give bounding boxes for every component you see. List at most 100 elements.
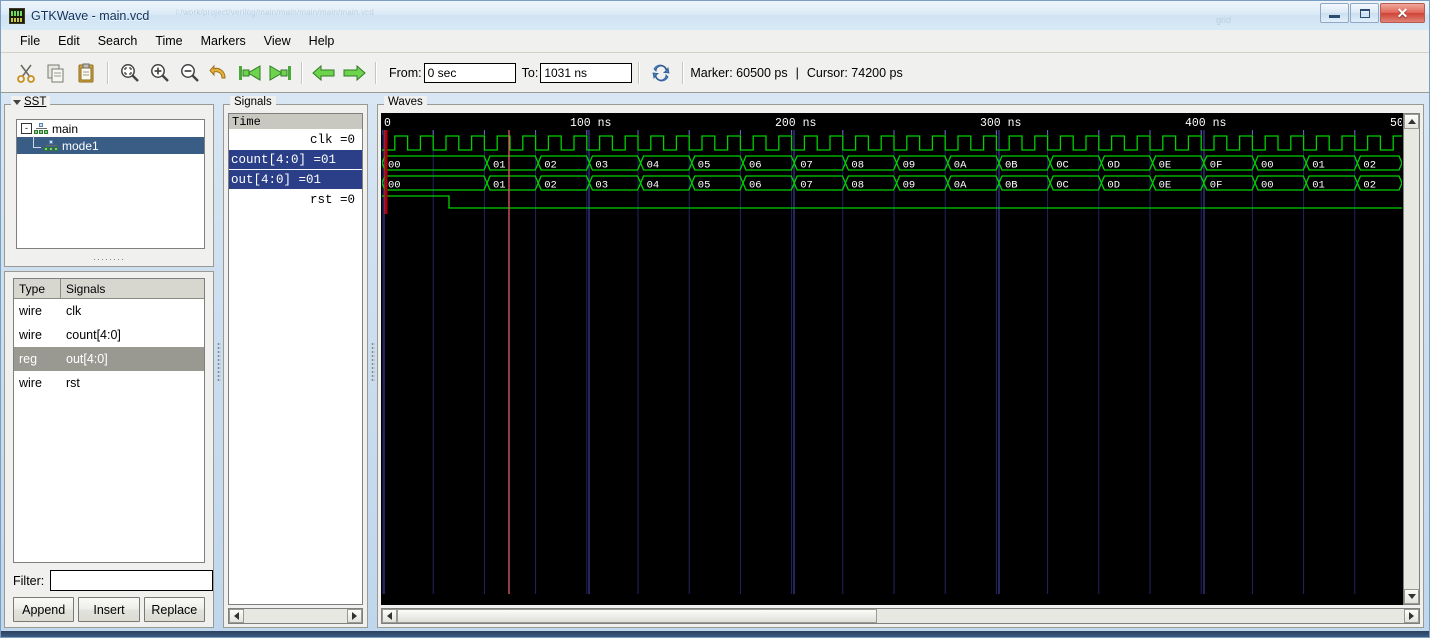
- menu-edit[interactable]: Edit: [49, 32, 89, 50]
- gtkwave-icon: [9, 7, 25, 24]
- title-ghost-text-2: grid: [1216, 15, 1232, 25]
- module-icon: [44, 139, 58, 152]
- prev-edge-button[interactable]: [309, 58, 339, 88]
- table-row[interactable]: wire clk: [14, 299, 204, 323]
- svg-text:00: 00: [388, 180, 401, 192]
- column-header-type[interactable]: Type: [14, 279, 61, 298]
- expander-icon[interactable]: -: [21, 123, 32, 134]
- table-row[interactable]: wire count[4:0]: [14, 323, 204, 347]
- tree-item-main[interactable]: - main: [17, 120, 204, 137]
- tree-item-label: main: [52, 121, 79, 136]
- svg-text:0A: 0A: [954, 160, 967, 172]
- window-bottom-strip: [1, 631, 1429, 637]
- scroll-track[interactable]: [244, 609, 347, 623]
- row-name: count[4:0]: [66, 328, 121, 342]
- signal-name-out[interactable]: out[4:0] =01: [229, 170, 362, 190]
- signals-table[interactable]: Type Signals wire clk wire count[4:0] re…: [13, 278, 205, 563]
- waves-panel: Waves 0 100 ns 200 ns 300 ns 400 ns 500 00 01 02…: [377, 96, 1424, 628]
- signal-name-count[interactable]: count[4:0] =01: [229, 150, 362, 170]
- svg-text:00: 00: [1261, 180, 1274, 192]
- close-icon: ✕: [1396, 5, 1409, 21]
- cut-button[interactable]: [11, 58, 41, 88]
- signal-name-clk[interactable]: clk =0: [229, 130, 362, 150]
- svg-text:01: 01: [493, 160, 506, 172]
- pane-divider-left[interactable]: [214, 95, 223, 628]
- svg-text:300 ns: 300 ns: [980, 117, 1021, 130]
- reload-button[interactable]: [646, 58, 676, 88]
- insert-button[interactable]: Insert: [78, 597, 140, 622]
- to-input[interactable]: [540, 62, 633, 83]
- prev-edge-icon: [312, 64, 335, 81]
- toolbar: From: To: Marker: 60500 ps | Cursor: 742…: [1, 53, 1429, 93]
- wave-canvas[interactable]: 0 100 ns 200 ns 300 ns 400 ns 500 00 01 02 03 04 05…: [381, 113, 1403, 605]
- zoom-in-icon: [151, 63, 169, 82]
- cut-icon: [17, 64, 35, 83]
- menu-file[interactable]: File: [11, 32, 49, 50]
- copy-button[interactable]: [41, 58, 71, 88]
- arrow-up-icon: [1407, 119, 1416, 124]
- jump-end-button[interactable]: [265, 58, 295, 88]
- scroll-left-button[interactable]: [229, 609, 244, 623]
- close-button[interactable]: ✕: [1380, 3, 1425, 23]
- svg-text:07: 07: [800, 160, 813, 172]
- menu-time[interactable]: Time: [146, 32, 191, 50]
- svg-text:04: 04: [647, 180, 660, 192]
- row-type: reg: [19, 352, 38, 366]
- next-edge-button[interactable]: [339, 58, 369, 88]
- undo-icon: [209, 64, 226, 78]
- replace-button[interactable]: Replace: [143, 597, 205, 622]
- append-button[interactable]: Append: [13, 597, 75, 622]
- from-input[interactable]: [423, 62, 516, 83]
- menu-help[interactable]: Help: [300, 32, 344, 50]
- scroll-right-button[interactable]: [347, 609, 362, 623]
- waves-hscrollbar[interactable]: [381, 608, 1420, 624]
- filter-input[interactable]: [50, 570, 214, 591]
- scroll-track-vertical[interactable]: [1404, 129, 1419, 589]
- time-column-header[interactable]: Time: [229, 114, 362, 130]
- column-header-signals[interactable]: Signals: [61, 279, 204, 298]
- minimize-button[interactable]: [1320, 3, 1349, 23]
- svg-text:0: 0: [384, 117, 391, 130]
- signal-names-list[interactable]: Time clk =0 count[4:0] =01 out[4:0] =01 …: [228, 113, 363, 605]
- signal-name-rst[interactable]: rst =0: [229, 190, 362, 210]
- scroll-up-button[interactable]: [1404, 114, 1419, 129]
- scroll-track[interactable]: [397, 609, 1404, 623]
- menu-search[interactable]: Search: [89, 32, 147, 50]
- table-row[interactable]: reg out[4:0]: [14, 347, 204, 371]
- svg-text:400 ns: 400 ns: [1185, 117, 1226, 130]
- undo-button[interactable]: [205, 58, 235, 88]
- toolbar-separator-1: [107, 61, 109, 84]
- signal-names-hscrollbar[interactable]: [228, 608, 363, 624]
- sst-legend[interactable]: SST: [11, 96, 51, 108]
- menu-markers[interactable]: Markers: [192, 32, 255, 50]
- sst-tree[interactable]: - main mode1: [16, 119, 205, 249]
- tree-item-mode1[interactable]: mode1: [17, 135, 204, 154]
- arrow-left-icon: [387, 612, 392, 620]
- gtkwave-window: GTKWave - main.vcd i:/work/project/veril…: [0, 0, 1430, 638]
- table-row[interactable]: wire rst: [14, 371, 204, 395]
- scroll-thumb[interactable]: [397, 609, 877, 623]
- zoom-in-button[interactable]: [145, 58, 175, 88]
- zoom-out-button[interactable]: [175, 58, 205, 88]
- waveform-svg[interactable]: 0 100 ns 200 ns 300 ns 400 ns 500 00 01 02 03 04 05…: [382, 114, 1402, 594]
- menu-view[interactable]: View: [255, 32, 300, 50]
- pane-divider-right[interactable]: [368, 95, 377, 628]
- signals-table-panel: Type Signals wire clk wire count[4:0] re…: [4, 271, 214, 628]
- paste-button[interactable]: [71, 58, 101, 88]
- scroll-left-button[interactable]: [382, 609, 397, 623]
- tree-item-label: mode1: [62, 138, 99, 153]
- sst-resize-grip[interactable]: ········: [5, 255, 213, 264]
- status-separator: |: [795, 65, 799, 80]
- marker-status: Marker: 60500 ps: [690, 65, 788, 80]
- jump-start-button[interactable]: [235, 58, 265, 88]
- scroll-down-button[interactable]: [1404, 589, 1419, 604]
- svg-text:02: 02: [1363, 180, 1376, 192]
- maximize-icon: [1359, 8, 1370, 18]
- svg-text:0B: 0B: [1005, 160, 1018, 172]
- zoom-fit-button[interactable]: [115, 58, 145, 88]
- maximize-button[interactable]: [1350, 3, 1379, 23]
- svg-text:04: 04: [647, 160, 660, 172]
- waves-vscrollbar[interactable]: [1403, 113, 1420, 605]
- scroll-right-button[interactable]: [1404, 609, 1419, 623]
- waves-frame: Waves 0 100 ns 200 ns 300 ns 400 ns 500 00 01 02…: [377, 96, 1424, 628]
